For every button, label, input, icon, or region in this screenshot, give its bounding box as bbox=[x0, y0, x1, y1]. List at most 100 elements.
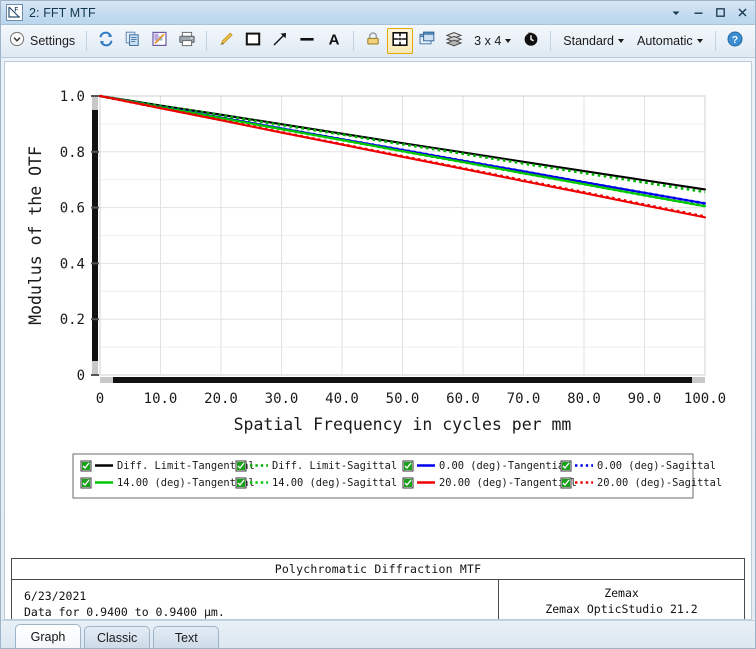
x-tick-label: 70.0 bbox=[507, 391, 541, 407]
y-tick-label: 1.0 bbox=[60, 89, 85, 105]
x-tick-label: 40.0 bbox=[325, 391, 359, 407]
y-tick-mark bbox=[91, 95, 99, 97]
y-axis-bar bbox=[92, 110, 98, 361]
mtf-plot[interactable]: 0 0.2 0.4 0.6 0.8 1.0 0 10.0 20.0 30.0 40.0 50.0 60.… bbox=[5, 62, 751, 560]
copy-icon bbox=[124, 30, 142, 53]
info-left-column: 6/23/2021 Data for 0.9400 to 0.9400 µm. … bbox=[12, 580, 499, 620]
fft-mtf-window: F 2: FFT MTF Setti bbox=[0, 0, 756, 649]
toolbar: Settings bbox=[1, 25, 755, 58]
chevron-down-icon bbox=[697, 39, 703, 43]
plot-legend: Diff. Limit-Tangential Diff. Limit-Sagitt… bbox=[73, 454, 722, 498]
clone-window-icon bbox=[418, 30, 436, 53]
toolbar-separator-1 bbox=[86, 31, 87, 51]
settings-label: Settings bbox=[30, 34, 75, 48]
y-tick-label: 0.8 bbox=[60, 145, 85, 161]
x-tick-label: 60.0 bbox=[446, 391, 480, 407]
line-tool-button[interactable] bbox=[294, 28, 320, 54]
toolbar-separator-3 bbox=[353, 31, 354, 51]
legend-label: 20.00 (deg)-Sagittal bbox=[597, 477, 722, 489]
legend-label: 20.00 (deg)-Tangential bbox=[439, 477, 577, 489]
layers-icon bbox=[445, 30, 463, 53]
text-a-icon: A bbox=[325, 30, 343, 53]
print-button[interactable] bbox=[174, 28, 200, 54]
legend-label: 14.00 (deg)-Sagittal bbox=[272, 477, 397, 489]
info-panel: Polychromatic Diffraction MTF 6/23/2021 … bbox=[11, 558, 745, 620]
toolbar-separator-5 bbox=[715, 31, 716, 51]
copy-button[interactable] bbox=[120, 28, 146, 54]
restore-defaults-button[interactable] bbox=[518, 28, 544, 54]
window-title: 2: FFT MTF bbox=[29, 6, 96, 20]
tab-classic[interactable]: Classic bbox=[84, 626, 150, 648]
info-heading: Polychromatic Diffraction MTF bbox=[12, 559, 744, 580]
style-select[interactable]: Standard bbox=[557, 28, 630, 54]
chevron-down-circle-icon bbox=[9, 31, 25, 52]
close-button[interactable] bbox=[731, 3, 753, 23]
pencil-icon bbox=[217, 30, 235, 53]
window-menu-button[interactable] bbox=[665, 3, 687, 23]
svg-text:F: F bbox=[15, 8, 19, 14]
mtf-plot-svg: 0 0.2 0.4 0.6 0.8 1.0 0 10.0 20.0 30.0 40.0 50.0 60.… bbox=[5, 62, 749, 560]
svg-text:A: A bbox=[329, 31, 340, 47]
scale-select-label: Automatic bbox=[637, 34, 693, 48]
x-tick-label: 30.0 bbox=[265, 391, 299, 407]
pencil-tool-button[interactable] bbox=[213, 28, 239, 54]
info-product: Zemax OpticStudio 21.2 bbox=[503, 602, 740, 618]
y-tick-label: 0.6 bbox=[60, 201, 85, 217]
print-icon bbox=[178, 30, 196, 53]
info-data-range: Data for 0.9400 to 0.9400 µm. bbox=[24, 605, 498, 620]
y-axis-title: Modulus of the OTF bbox=[26, 146, 45, 325]
clone-window-button[interactable] bbox=[414, 28, 440, 54]
y-tick-mark bbox=[91, 374, 99, 376]
x-tick-label: 100.0 bbox=[684, 391, 726, 407]
x-tick-label: 20.0 bbox=[204, 391, 238, 407]
tab-text[interactable]: Text bbox=[153, 626, 219, 648]
scale-select[interactable]: Automatic bbox=[631, 28, 709, 54]
rectangle-icon bbox=[244, 30, 262, 53]
legend-label: 0.00 (deg)-Sagittal bbox=[597, 460, 716, 472]
arrow-tool-button[interactable] bbox=[267, 28, 293, 54]
plot-client-area: 0 0.2 0.4 0.6 0.8 1.0 0 10.0 20.0 30.0 40.0 50.0 60.… bbox=[4, 61, 752, 620]
legend-label: Diff. Limit-Tangential bbox=[117, 460, 255, 472]
x-axis-bar bbox=[113, 377, 692, 383]
y-tick-label: 0 bbox=[77, 368, 85, 384]
save-button[interactable] bbox=[147, 28, 173, 54]
x-tick-label: 90.0 bbox=[628, 391, 662, 407]
rectangle-tool-button[interactable] bbox=[240, 28, 266, 54]
view-tabs: GraphClassicText bbox=[1, 620, 755, 648]
info-vendor: Zemax bbox=[503, 586, 740, 602]
y-tick-label: 0.2 bbox=[60, 312, 85, 328]
minimize-button[interactable] bbox=[687, 3, 709, 23]
x-axis-title: Spatial Frequency in cycles per mm bbox=[234, 415, 572, 434]
info-vendor-cell: Zemax Zemax OpticStudio 21.2 bbox=[499, 580, 744, 620]
refresh-icon bbox=[97, 30, 115, 53]
y-tick-label: 0.4 bbox=[60, 256, 85, 272]
help-button[interactable]: ? bbox=[722, 28, 748, 54]
text-tool-button[interactable]: A bbox=[321, 28, 347, 54]
chevron-down-icon bbox=[505, 39, 511, 43]
x-tick-label: 10.0 bbox=[144, 391, 178, 407]
legend-label: 14.00 (deg)-Tangential bbox=[117, 477, 255, 489]
title-bar: F 2: FFT MTF bbox=[1, 1, 755, 25]
grid-size-select[interactable]: 3 x 4 bbox=[468, 28, 517, 54]
settings-button[interactable]: Settings bbox=[6, 28, 80, 54]
layers-button[interactable] bbox=[441, 28, 467, 54]
maximize-button[interactable] bbox=[709, 3, 731, 23]
legend-label: Diff. Limit-Sagittal bbox=[272, 460, 397, 472]
save-icon bbox=[151, 30, 169, 53]
toolbar-separator-4 bbox=[550, 31, 551, 51]
style-select-label: Standard bbox=[563, 34, 614, 48]
x-tick-label: 0 bbox=[96, 391, 104, 407]
refresh-button[interactable] bbox=[93, 28, 119, 54]
y-tick-mark bbox=[91, 318, 99, 320]
lock-button[interactable] bbox=[360, 28, 386, 54]
mtf-curve-icon: F bbox=[6, 4, 23, 21]
lock-icon bbox=[364, 30, 382, 53]
line-icon bbox=[298, 30, 316, 53]
y-tick-mark bbox=[91, 207, 99, 209]
grid-size-label: 3 x 4 bbox=[474, 34, 501, 48]
tab-graph[interactable]: Graph bbox=[15, 624, 81, 648]
chevron-down-icon bbox=[618, 39, 624, 43]
fit-window-button[interactable] bbox=[387, 28, 413, 54]
x-tick-label: 50.0 bbox=[386, 391, 420, 407]
x-tick-label: 80.0 bbox=[567, 391, 601, 407]
